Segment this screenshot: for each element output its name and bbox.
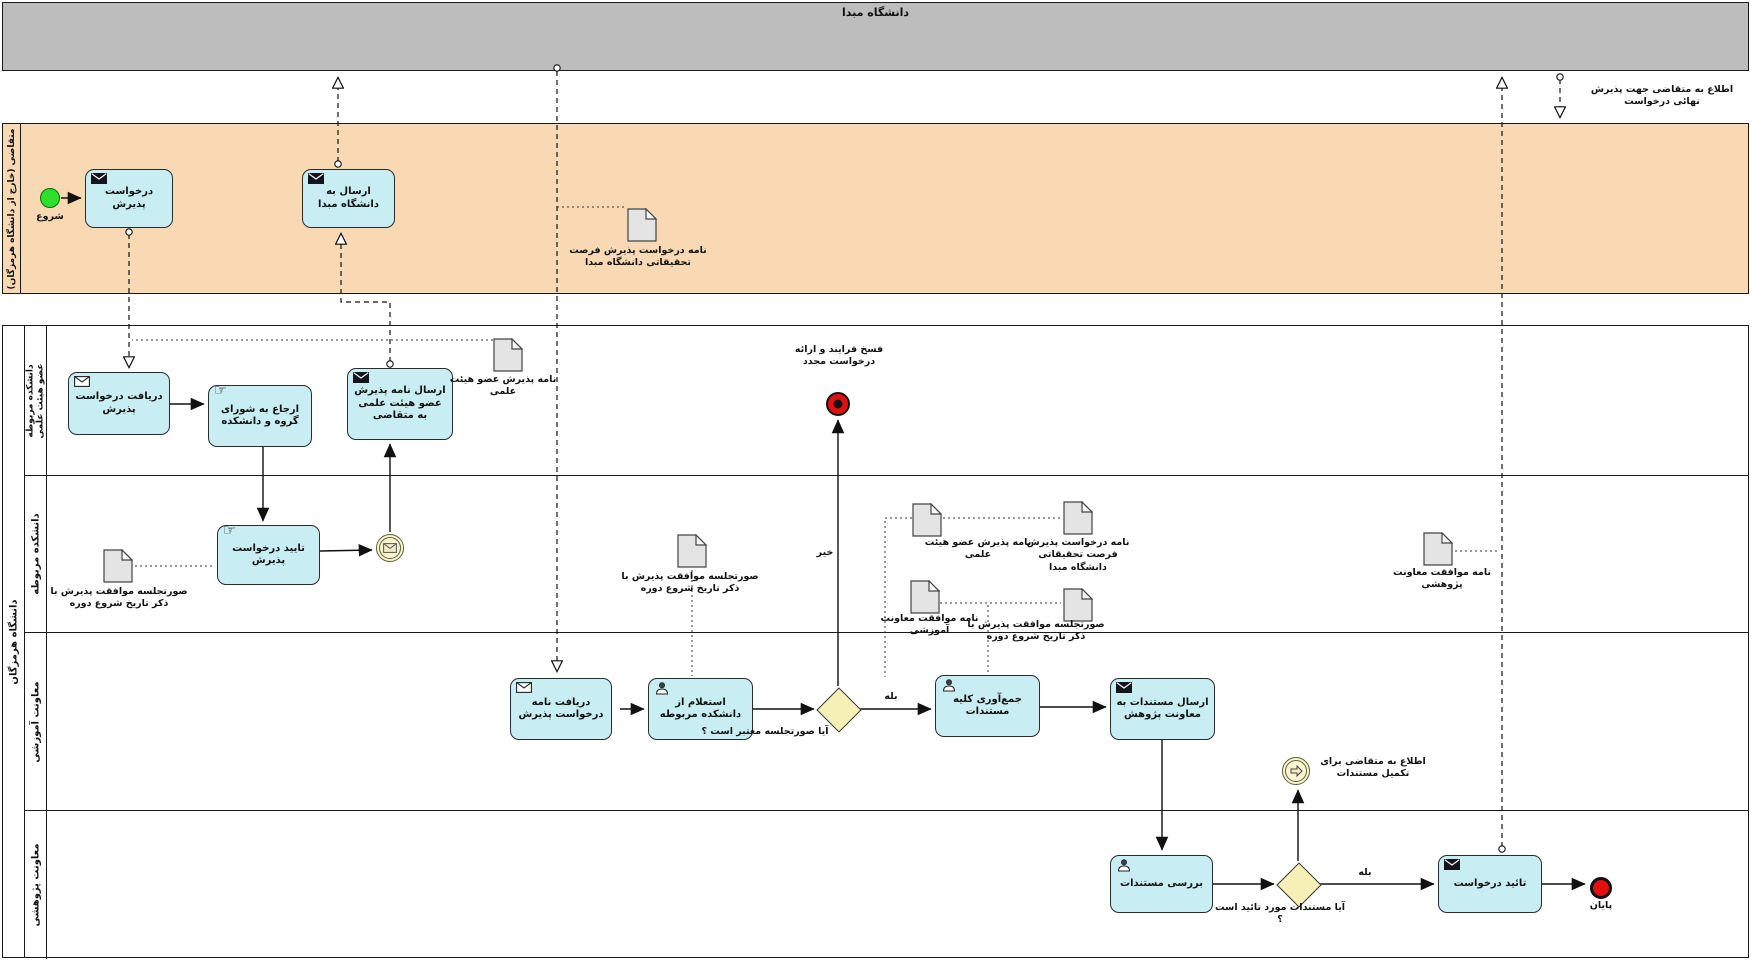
task-refer-council[interactable]: ☞ ارجاع به شورای گروه و دانشکده bbox=[208, 385, 312, 447]
task-send-acceptance-letter[interactable]: ارسال نامه پذیرش عضو هیئت علمی به متقاضی bbox=[347, 368, 453, 440]
end-event-label: پایان bbox=[1578, 900, 1624, 912]
link-arrow-icon bbox=[1289, 765, 1303, 777]
user-task-icon bbox=[653, 682, 670, 694]
task-approve-request[interactable]: ☞ تایید درخواست پذیرش bbox=[217, 525, 320, 585]
message-throw-event-ring bbox=[379, 537, 401, 559]
user-task-icon bbox=[940, 679, 957, 691]
receive-message-icon bbox=[73, 376, 90, 388]
task-request-admission[interactable]: درخواست پذیرش bbox=[85, 169, 173, 228]
doc-faculty-acceptance-copy-label: نامه پذیرش عضو هیئت علمی bbox=[922, 537, 1034, 562]
doc-faculty-acceptance-letter-icon[interactable] bbox=[493, 338, 523, 376]
task-review-documents[interactable]: بررسی مستندات bbox=[1110, 855, 1213, 913]
manual-task-icon: ☞ bbox=[212, 385, 229, 397]
connectors-layer bbox=[0, 0, 1751, 964]
task-label: دریافت نامه درخواست پذیرش bbox=[516, 697, 606, 722]
doc-faculty-acceptance-letter-label: نامه پذیرش عضو هیئت علمی bbox=[446, 374, 560, 399]
envelope-icon bbox=[383, 543, 397, 553]
terminate-event-dot bbox=[834, 400, 843, 409]
terminate-event[interactable] bbox=[826, 392, 850, 416]
receive-message-icon bbox=[515, 682, 532, 694]
task-label: استعلام از دانشکده مربوطه bbox=[654, 697, 747, 722]
task-label: تائید درخواست bbox=[1454, 878, 1527, 891]
task-receive-request[interactable]: دریافت درخواست پذیرش bbox=[68, 372, 170, 435]
bpmn-diagram: دانشگاه مبدا متقاضی (خارج از دانشگاه هرم… bbox=[0, 0, 1751, 964]
task-confirm-request[interactable]: تائید درخواست bbox=[1438, 855, 1542, 913]
task-label: تایید درخواست پذیرش bbox=[223, 543, 314, 568]
doc-request-letter-origin-label: نامه درخواست پذیرش فرصت تحقیقاتی دانشگاه… bbox=[552, 245, 724, 270]
doc-minutes-copy2-label: صورتجلسه موافقت پذیرش با ذکر تاریخ شروع … bbox=[962, 619, 1110, 644]
task-label: جمع‌آوری کلیه مستندات bbox=[941, 694, 1034, 719]
gateway-minutes-valid-label: آیا صورتجلسه معتبر است ؟ bbox=[692, 726, 838, 738]
flow-label-yes: بله bbox=[878, 691, 904, 703]
task-label: ارسال به دانشگاه مبدا bbox=[308, 186, 389, 211]
doc-research-approval-letter-label: نامه موافقت معاونت پژوهشی bbox=[1386, 567, 1498, 592]
send-message-icon bbox=[1115, 682, 1132, 694]
doc-minutes-label: صورتجلسه موافقت پذیرش با ذکر تاریخ شروع … bbox=[44, 586, 194, 611]
doc-minutes-copy-label: صورتجلسه موافقت پذیرش با ذکر تاریخ شروع … bbox=[614, 571, 766, 596]
start-event-label: شروع bbox=[28, 211, 72, 223]
task-label: دریافت درخواست پذیرش bbox=[74, 391, 164, 416]
task-collect-documents[interactable]: جمع‌آوری کلیه مستندات bbox=[935, 675, 1040, 737]
send-message-icon bbox=[307, 173, 324, 185]
final-acceptance-note: اطلاع به متقاضی جهت پذیرش نهائی درخواست bbox=[1578, 84, 1746, 109]
message-throw-event[interactable] bbox=[376, 534, 404, 562]
flow-label-no: خیر bbox=[812, 547, 838, 559]
gateway-documents-approved-label: آیا مستندات مورد تائید است ؟ bbox=[1212, 902, 1348, 927]
link-intermediate-event[interactable] bbox=[1282, 757, 1310, 785]
doc-minutes-copy-icon[interactable] bbox=[677, 534, 707, 572]
link-event-label: اطلاع به متقاضی برای تکمیل مستندات bbox=[1314, 756, 1432, 781]
doc-minutes-icon[interactable] bbox=[103, 549, 133, 587]
doc-request-letter-copy-label: نامه درخواست پذیرش فرصت تحقیقاتی دانشگاه… bbox=[1022, 537, 1134, 574]
user-task-icon bbox=[1115, 859, 1132, 871]
doc-request-letter-copy-icon[interactable] bbox=[1063, 501, 1093, 539]
flow-label-yes: بله bbox=[1352, 867, 1378, 879]
terminate-event-label: فسخ فرایند و ارائه درخواست مجدد bbox=[772, 344, 906, 369]
task-label: ارسال نامه پذیرش عضو هیئت علمی به متقاضی bbox=[353, 385, 447, 423]
send-message-icon bbox=[90, 173, 107, 185]
task-label: بررسی مستندات bbox=[1120, 878, 1203, 891]
end-event[interactable] bbox=[1590, 877, 1612, 899]
manual-task-icon: ☞ bbox=[221, 525, 238, 537]
task-send-documents[interactable]: ارسال مستندات به معاونت پژوهش bbox=[1110, 678, 1215, 740]
doc-faculty-acceptance-copy-icon[interactable] bbox=[912, 503, 942, 541]
link-event-ring bbox=[1285, 760, 1307, 782]
doc-research-approval-letter-icon[interactable] bbox=[1423, 532, 1453, 570]
task-receive-letter[interactable]: دریافت نامه درخواست پذیرش bbox=[510, 678, 612, 740]
doc-request-letter-origin-icon[interactable] bbox=[627, 208, 657, 246]
task-label: ارسال مستندات به معاونت پژوهش bbox=[1116, 697, 1209, 722]
start-event[interactable] bbox=[40, 188, 60, 208]
task-send-to-origin[interactable]: ارسال به دانشگاه مبدا bbox=[302, 169, 395, 228]
send-message-icon bbox=[352, 372, 369, 384]
send-message-icon bbox=[1443, 859, 1460, 871]
task-label: ارجاع به شورای گروه و دانشکده bbox=[214, 404, 306, 429]
task-label: درخواست پذیرش bbox=[91, 186, 167, 211]
